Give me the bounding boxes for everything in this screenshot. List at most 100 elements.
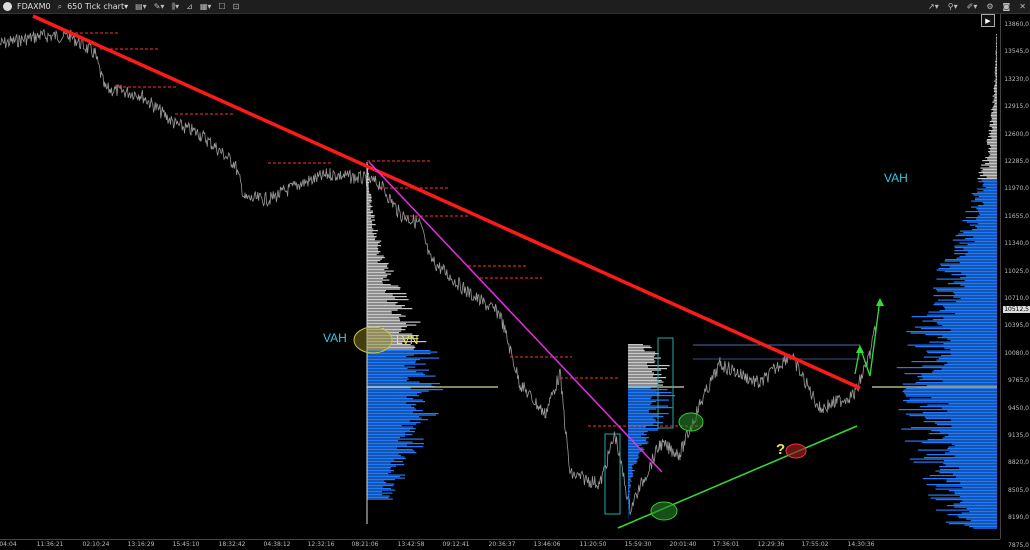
profile-bar [943,306,997,307]
profile-bar [367,416,419,417]
fullscreen-icon[interactable]: ⊡ [233,2,240,11]
link-icon[interactable]: ⚲▾ [948,2,958,11]
price-axis[interactable]: 13860,013545,013230,012915,012600,012285… [1000,14,1030,539]
indicators-icon[interactable]: ⫼▾ [171,2,179,12]
bar-style-icon[interactable]: ▤▾ [135,2,147,11]
cursor-icon[interactable]: ↗▾ [928,2,939,11]
profile-bar [628,374,661,375]
camera-icon[interactable]: ◙ [1003,2,1011,11]
profile-bar [955,294,997,295]
template-icon[interactable]: ▦▾ [200,2,212,11]
question-mark-label: ? [776,441,785,458]
profile-bar [966,217,997,218]
profile-bar [960,231,997,232]
profile-bar [367,286,398,287]
profile-bar [940,469,997,470]
brush-icon[interactable]: ✐▾ [967,2,978,11]
profile-bar [367,223,372,224]
profile-bar [955,313,997,314]
profile-bar [628,478,631,479]
price-axis-label: 12915,0 [1004,103,1029,110]
profile-bar [994,90,997,91]
profile-bar [367,224,376,225]
profile-bar [945,309,997,310]
price-axis-label: 13545,0 [1004,48,1029,55]
profile-bar [996,34,997,35]
arrow-head-icon [876,298,884,306]
profile-bar [906,388,997,389]
profile-bar [628,487,631,488]
profile-bar [367,488,391,489]
profile-bar [628,356,654,357]
app-logo-icon[interactable] [3,2,12,11]
profile-bar [367,211,373,212]
settings-icon[interactable]: ⚙ [986,2,993,11]
profile-bar [628,370,661,371]
profile-bar [628,484,631,485]
profile-bar [367,284,391,285]
profile-bar [367,290,386,291]
profile-bar [628,424,654,425]
price-axis-label: 12600,0 [1004,131,1029,138]
profile-bar [975,198,997,199]
search-icon[interactable]: ⌕ [58,2,62,12]
profile-bar [947,411,997,412]
profile-bar [990,124,997,125]
profile-bar [984,183,997,184]
profile-bar [628,430,658,431]
drawing-icon[interactable]: ✎▾ [154,2,165,11]
profile-bar [944,307,997,308]
chart-type-selector[interactable]: 650 Tick chart▾ [67,0,128,13]
profile-bar [367,199,371,200]
profile-bar [995,82,997,83]
profile-bar [367,418,422,419]
price-axis-label: 13230,0 [1004,76,1029,83]
profile-bar [928,439,997,440]
profile-bar [628,388,651,389]
time-axis-label: 08:21:06 [352,541,379,548]
close-icon[interactable]: ✕ [1019,2,1026,11]
profile-bar [994,100,997,101]
profile-bar [367,302,398,303]
profile-bar [991,147,997,148]
profile-bar [367,251,380,252]
profile-bar [367,265,387,266]
profile-bar [367,448,397,449]
profile-bar [628,475,633,476]
profile-bar [951,420,997,421]
symbol-selector[interactable]: FDAXM0 [17,0,51,13]
profile-bar [976,208,997,209]
profile-bar [628,488,629,489]
strategy-icon[interactable]: ⊿ [186,2,193,11]
profile-bar [938,300,997,301]
profile-bar [942,408,997,409]
profile-bar [952,444,997,445]
profile-bar [942,369,997,370]
profile-bar [937,270,997,271]
profile-bar [367,491,382,492]
profile-bar [927,352,997,353]
profile-bar [990,135,997,136]
profile-bar [367,401,425,402]
price-chart[interactable] [0,14,1000,539]
profile-bar [367,206,372,207]
profile-bar [628,361,655,362]
time-axis-label: 02:10:24 [83,541,110,548]
profile-bar [994,81,997,82]
time-axis-label: 20:01:40 [670,541,697,548]
profile-bar [948,447,997,448]
profile-bar [940,310,997,311]
profile-bar [367,325,416,326]
profile-bar [953,292,997,293]
profile-bar [971,520,997,521]
window-icon[interactable]: ☐ [218,2,225,11]
time-axis[interactable]: 04:0411:36:2102:10:2413:16:2915:45:1018:… [0,539,1000,550]
profile-bar [950,267,997,268]
profile-bar [945,436,997,437]
profile-bar [995,70,997,71]
play-button[interactable]: ▶ [981,14,995,27]
profile-bar [367,406,411,407]
profile-bar [983,186,997,187]
profile-bar [934,304,997,305]
profile-bar [955,493,997,494]
